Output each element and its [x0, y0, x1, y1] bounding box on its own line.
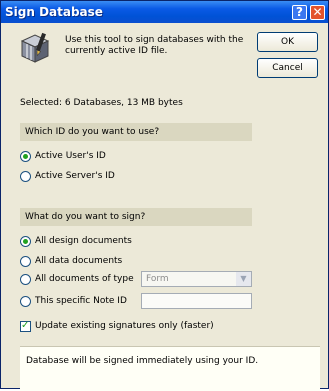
radio-label: All design documents	[35, 236, 132, 246]
update-signatures-checkbox[interactable]: ✓	[20, 319, 31, 332]
radio-button[interactable]	[20, 170, 31, 182]
sign-database-dialog: Sign Database ? ✕ Use this tool to sign …	[0, 0, 329, 391]
radio-button[interactable]	[20, 273, 31, 285]
radio-button[interactable]	[20, 150, 31, 162]
radio-all-design-documents[interactable]: All design documents	[20, 234, 132, 248]
close-button[interactable]: ✕	[310, 5, 325, 20]
radio-label: All data documents	[35, 256, 123, 266]
radio-specific-note-id[interactable]: This specific Note ID	[20, 294, 127, 308]
radio-active-server-id[interactable]: Active Server's ID	[20, 169, 115, 183]
radio-all-data-documents[interactable]: All data documents	[20, 254, 122, 268]
radio-label: Active User's ID	[35, 151, 106, 161]
intro-text: Use this tool to sign databases with the…	[65, 35, 244, 56]
selected-summary: Selected: 6 Databases, 13 MB bytes	[20, 98, 183, 108]
document-type-select[interactable]: Form ▼	[141, 271, 252, 287]
radio-label: Active Server's ID	[35, 171, 115, 181]
note-id-input[interactable]	[141, 293, 252, 309]
radio-all-documents-of-type[interactable]: All documents of type	[20, 272, 134, 286]
radio-active-user-id[interactable]: Active User's ID	[20, 149, 106, 163]
radio-button[interactable]	[20, 295, 31, 307]
sign-database-icon	[20, 32, 50, 64]
radio-label: This specific Note ID	[35, 296, 127, 306]
document-type-value: Form	[146, 274, 169, 284]
cancel-button[interactable]: Cancel	[257, 58, 318, 78]
checkmark-icon: ✓	[21, 319, 30, 331]
window-title: Sign Database	[5, 5, 103, 19]
checkbox-label: Update existing signatures only (faster)	[35, 321, 214, 331]
ok-button[interactable]: OK	[257, 32, 318, 52]
radio-label: All documents of type	[35, 274, 134, 284]
status-panel: Database will be signed immediately usin…	[20, 346, 320, 391]
update-signatures-checkbox-row[interactable]: ✓ Update existing signatures only (faster…	[20, 319, 214, 333]
radio-button[interactable]	[20, 235, 31, 247]
sign-section-heading: What do you want to sign?	[20, 208, 252, 226]
help-button[interactable]: ?	[292, 5, 307, 20]
radio-button[interactable]	[20, 255, 31, 267]
status-message: Database will be signed immediately usin…	[26, 356, 259, 366]
chevron-down-icon[interactable]: ▼	[236, 272, 251, 286]
title-bar[interactable]: Sign Database ? ✕	[1, 1, 328, 23]
id-section-heading: Which ID do you want to use?	[20, 123, 252, 141]
